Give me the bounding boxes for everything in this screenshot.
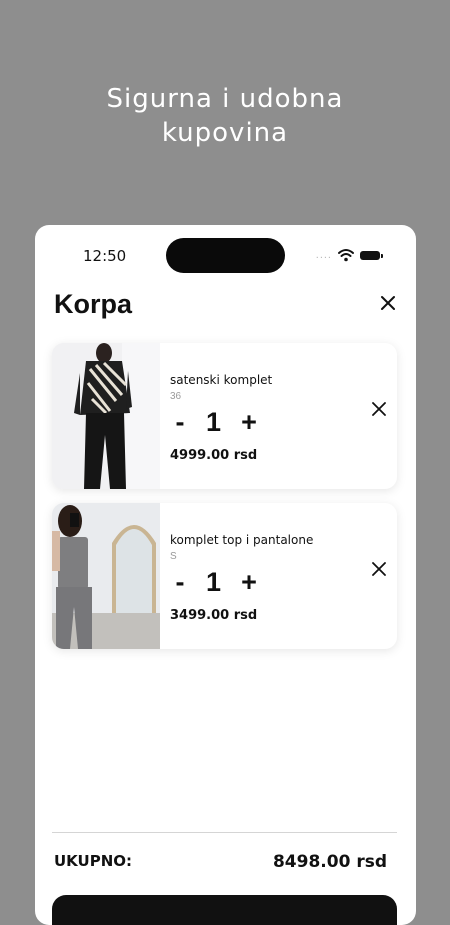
- status-icons: ....: [315, 247, 383, 263]
- product-photo-satin: [52, 343, 160, 489]
- product-image[interactable]: [52, 503, 160, 649]
- promo-headline-line2: kupovina: [161, 118, 289, 148]
- increase-button[interactable]: +: [239, 567, 259, 598]
- quantity-value: 1: [206, 407, 222, 437]
- promo-headline: Sigurna i udobna kupovina: [0, 82, 450, 150]
- cart-item: satenski komplet 36 - 1 + 4999.00 rsd: [52, 343, 397, 489]
- divider: [52, 832, 397, 833]
- decrease-button[interactable]: -: [170, 567, 190, 598]
- remove-item-icon[interactable]: [372, 402, 386, 416]
- wifi-icon: [338, 249, 354, 262]
- item-size: S: [170, 551, 177, 562]
- status-time: 12:50: [83, 247, 127, 265]
- phone-screen: 12:50 .... Korpa satenski komplet 36 - 1…: [35, 225, 416, 925]
- product-image[interactable]: [52, 343, 160, 489]
- cart-item: komplet top i pantalone S - 1 + 3499.00 …: [52, 503, 397, 649]
- increase-button[interactable]: +: [239, 407, 259, 438]
- item-size: 36: [170, 391, 182, 402]
- battery-icon: [360, 250, 383, 260]
- item-price: 4999.00 rsd: [170, 448, 258, 463]
- quantity-stepper: - 1 +: [170, 567, 259, 598]
- dynamic-island: [166, 238, 285, 273]
- quantity-stepper: - 1 +: [170, 407, 259, 438]
- item-name: komplet top i pantalone: [170, 533, 314, 547]
- remove-item-icon[interactable]: [372, 562, 386, 576]
- promo-headline-line1: Sigurna i udobna: [106, 84, 344, 114]
- signal-dots: ....: [315, 249, 332, 261]
- item-name: satenski komplet: [170, 373, 273, 387]
- close-icon[interactable]: [380, 295, 396, 311]
- total-label: UKUPNO:: [54, 852, 133, 870]
- item-price: 3499.00 rsd: [170, 608, 258, 623]
- page-title: Korpa: [54, 289, 133, 319]
- product-photo-top-pants: [52, 503, 160, 649]
- quantity-value: 1: [206, 567, 222, 597]
- decrease-button[interactable]: -: [170, 407, 190, 438]
- total-value: 8498.00 rsd: [272, 852, 387, 872]
